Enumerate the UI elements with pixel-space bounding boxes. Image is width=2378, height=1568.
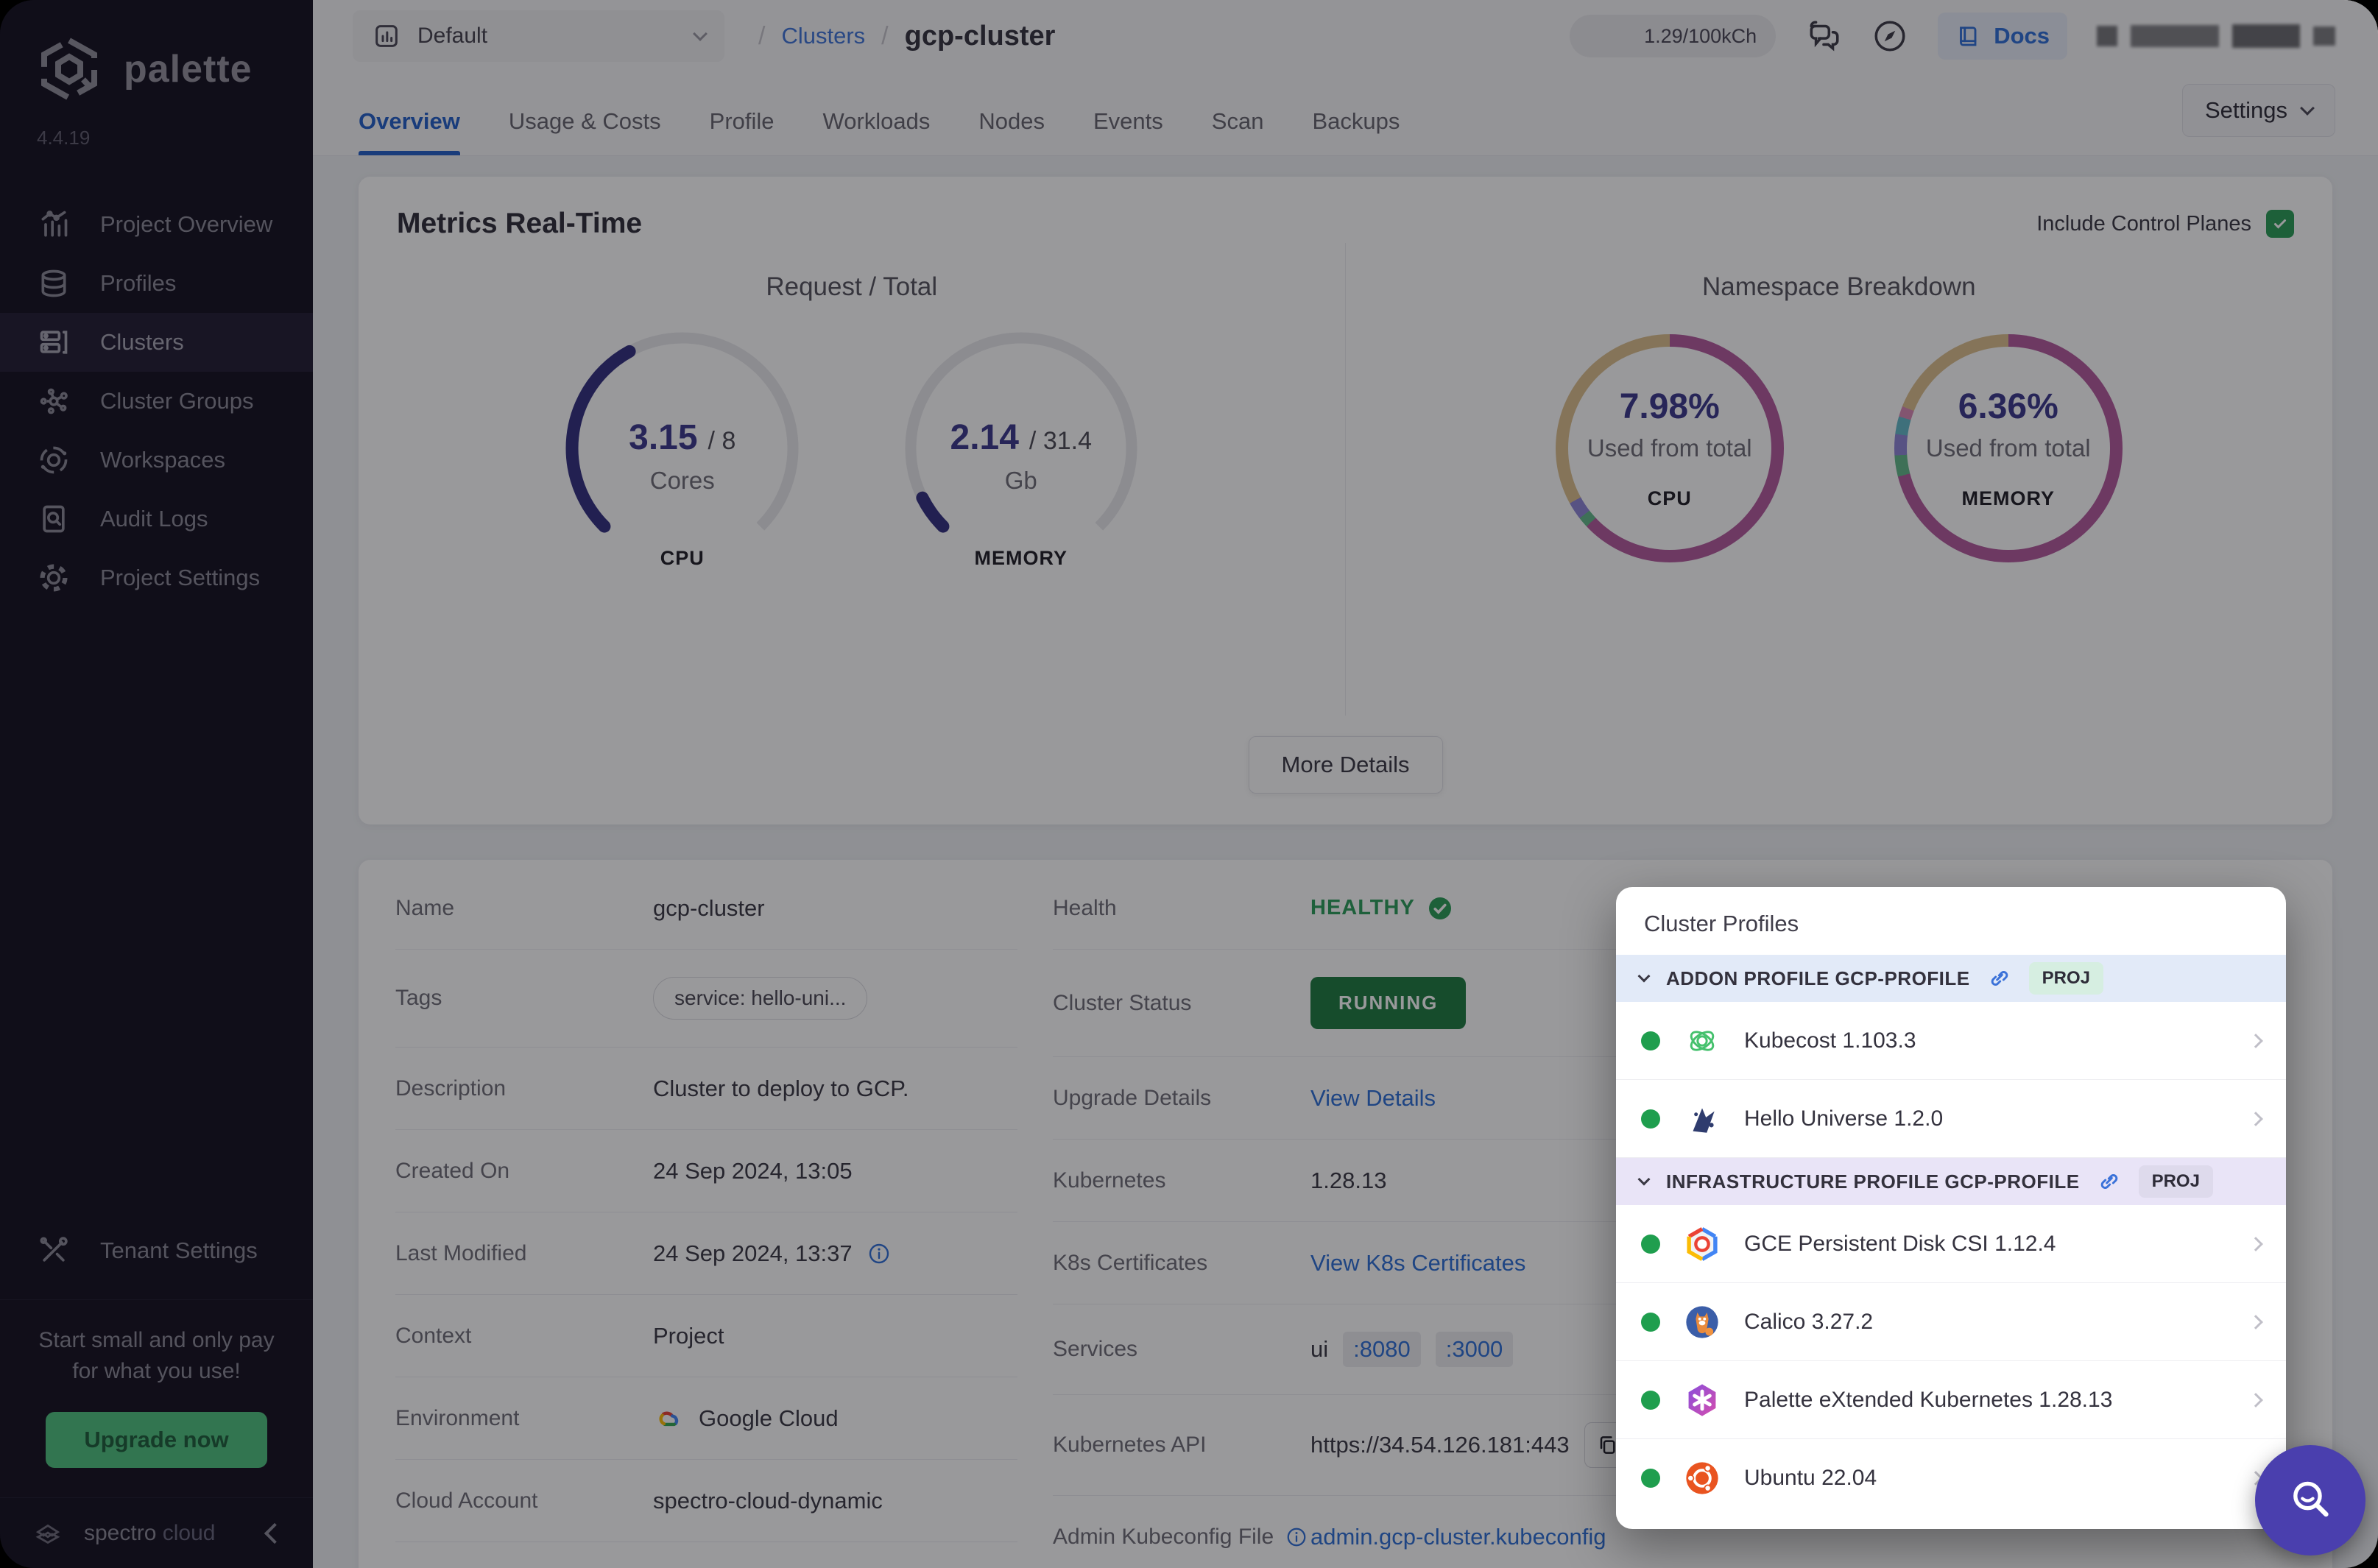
search-fab-button[interactable] [2255,1445,2365,1555]
status-dot [1641,1234,1660,1254]
status-dot [1641,1031,1660,1050]
addon-profile-header[interactable]: ADDON PROFILE GCP-PROFILE PROJ [1616,955,2286,1002]
profile-layer-name: Palette eXtended Kubernetes 1.28.13 [1744,1387,2113,1412]
chevron-right-icon [2248,1236,2263,1251]
scope-badge: PROJ [2028,962,2103,995]
profile-layer-name: Kubecost 1.103.3 [1744,1028,1916,1053]
link-icon [1991,971,2008,986]
infrastructure-profile-label: INFRASTRUCTURE PROFILE GCP-PROFILE [1666,1170,2080,1193]
chevron-right-icon [2248,1111,2263,1126]
search-smile-icon [2293,1481,2329,1517]
cluster-profiles-title: Cluster Profiles [1644,911,1799,936]
status-dot [1641,1390,1660,1410]
scope-badge: PROJ [2138,1165,2213,1198]
cluster-profiles-panel: Cluster Profiles ADDON PROFILE GCP-PROFI… [1616,887,2286,1529]
hello-universe-icon [1682,1099,1722,1139]
profile-layer-gce-disk[interactable]: GCE Persistent Disk CSI 1.12.4 [1616,1205,2286,1283]
profile-layer-name: Ubuntu 22.04 [1744,1466,1877,1490]
profile-layer-name: GCE Persistent Disk CSI 1.12.4 [1744,1231,2056,1256]
status-dot [1641,1469,1660,1488]
profile-layer-hello-universe[interactable]: Hello Universe 1.2.0 [1616,1080,2286,1158]
addon-profile-label: ADDON PROFILE GCP-PROFILE [1666,967,1970,989]
ubuntu-icon [1682,1458,1722,1498]
calico-icon [1682,1302,1722,1342]
gce-disk-icon [1682,1224,1722,1264]
status-dot [1641,1312,1660,1332]
profile-layer-calico[interactable]: Calico 3.27.2 [1616,1283,2286,1361]
profile-layer-name: Calico 3.27.2 [1744,1309,1874,1334]
chevron-down-icon [1637,1173,1651,1186]
link-icon [2100,1174,2117,1189]
app-window: palette 4.4.19 Project Overview Profiles [0,0,2378,1568]
kubecost-icon [1682,1021,1722,1061]
profile-layer-name: Hello Universe 1.2.0 [1744,1106,1944,1131]
chevron-down-icon [1637,970,1651,983]
profile-layer-kubecost[interactable]: Kubecost 1.103.3 [1616,1002,2286,1080]
chevron-right-icon [2248,1314,2263,1329]
infrastructure-profile-header[interactable]: INFRASTRUCTURE PROFILE GCP-PROFILE PROJ [1616,1158,2286,1205]
chevron-right-icon [2248,1033,2263,1048]
profile-layer-ubuntu[interactable]: Ubuntu 22.04 [1616,1439,2286,1517]
chevron-right-icon [2248,1392,2263,1408]
status-dot [1641,1109,1660,1129]
palette-pxk-icon [1682,1380,1722,1420]
profile-layer-pxk[interactable]: Palette eXtended Kubernetes 1.28.13 [1616,1361,2286,1439]
